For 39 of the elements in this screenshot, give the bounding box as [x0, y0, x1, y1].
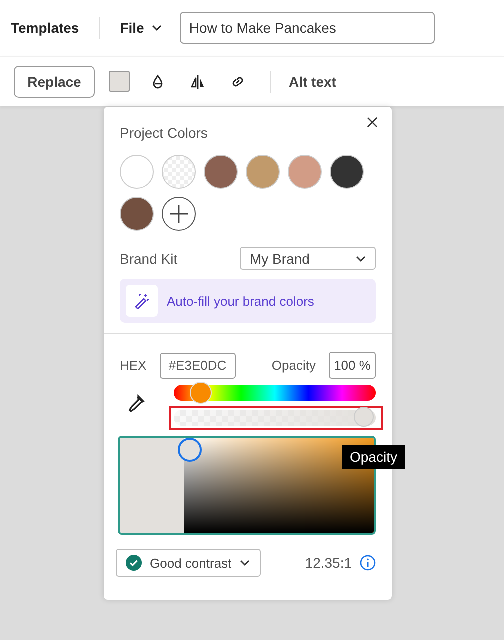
brand-kit-dropdown[interactable]: My Brand [240, 247, 376, 270]
caret-icon [152, 25, 162, 31]
file-menu[interactable]: File [120, 20, 162, 36]
contrast-ratio: 12.35:1 [305, 555, 352, 571]
plus-icon [169, 204, 189, 224]
eyedropper-icon[interactable] [126, 394, 146, 414]
alt-text-button[interactable]: Alt text [289, 74, 336, 90]
color-swatch[interactable] [246, 155, 280, 189]
hue-slider[interactable] [174, 385, 376, 401]
autofill-button[interactable]: Auto-fill your brand colors [120, 279, 376, 323]
opacity-label: Opacity [272, 358, 316, 373]
check-icon [126, 555, 142, 571]
caret-icon [356, 256, 366, 262]
document-name-field[interactable]: How to Make Pancakes [180, 12, 436, 44]
templates-title[interactable]: Templates [11, 20, 80, 36]
color-swatch[interactable] [120, 197, 154, 231]
tooltip: Opacity [342, 445, 406, 469]
color-swatch[interactable] [288, 155, 322, 189]
opacity-thumb[interactable] [354, 407, 374, 427]
magic-wand-icon [134, 293, 150, 309]
hex-label: HEX [120, 358, 147, 373]
color-swatch[interactable] [109, 71, 130, 92]
info-icon[interactable] [360, 555, 376, 571]
close-icon[interactable] [367, 117, 378, 128]
opacity-field[interactable]: 100 % [329, 352, 376, 379]
color-swatch[interactable] [330, 155, 364, 189]
brand-kit-label: Brand Kit [120, 250, 178, 266]
flip-icon[interactable] [190, 74, 206, 90]
caret-icon [240, 560, 250, 566]
color-swatch[interactable] [204, 155, 238, 189]
transparent-swatch[interactable] [162, 155, 196, 189]
hex-field[interactable]: #E3E0DC [160, 352, 236, 378]
opacity-slider[interactable] [174, 410, 376, 426]
color-swatch[interactable] [120, 155, 154, 189]
replace-button[interactable]: Replace [14, 66, 95, 98]
contrast-dropdown[interactable]: Good contrast [116, 549, 261, 577]
hue-thumb[interactable] [190, 382, 212, 404]
section-title: Project Colors [120, 125, 209, 141]
add-color-button[interactable] [162, 197, 196, 231]
